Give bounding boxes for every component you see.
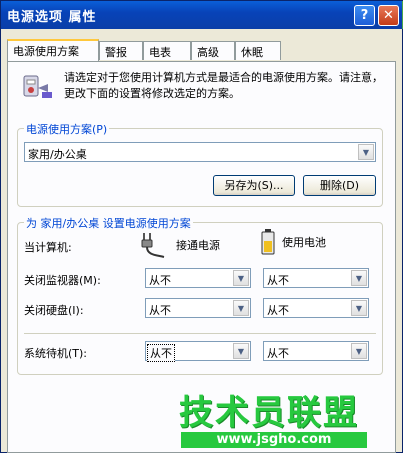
- monitor-off-dc-value: 从不: [267, 274, 289, 287]
- power-scheme-select[interactable]: 家用/办公桌 ▼: [24, 142, 376, 162]
- harddisk-off-dc-value: 从不: [267, 304, 289, 317]
- watermark-url: www.jsgho.com: [181, 432, 367, 448]
- watermark-logo: 技术员联盟: [179, 393, 359, 433]
- chevron-down-icon[interactable]: ▼: [358, 144, 374, 160]
- power-scheme-icon: [23, 75, 52, 98]
- title-bar[interactable]: 电源选项 属性 ? ✕: [1, 1, 402, 29]
- close-button[interactable]: ✕: [378, 5, 399, 26]
- delete-button[interactable]: 删除(D): [303, 175, 376, 196]
- standby-ac-value: 从不: [147, 344, 175, 362]
- power-schemes-legend: 电源使用方案(P): [24, 121, 110, 137]
- tab-alarms[interactable]: 警报: [99, 41, 143, 60]
- chevron-down-icon[interactable]: ▼: [351, 343, 367, 359]
- help-button[interactable]: ?: [354, 5, 375, 26]
- tab-advanced[interactable]: 高级: [191, 41, 235, 60]
- scheme-settings-group: 为 家用/办公桌 设置电源使用方案 当计算机: 接通电源 使用电池 关闭监视器(…: [17, 215, 383, 375]
- harddisk-off-ac-select[interactable]: 从不 ▼: [145, 298, 251, 318]
- monitor-off-dc-select[interactable]: 从不 ▼: [263, 268, 369, 288]
- battery-icon: [261, 229, 275, 255]
- divider: [24, 333, 376, 334]
- battery-label: 使用电池: [282, 236, 326, 249]
- chevron-down-icon[interactable]: ▼: [233, 300, 249, 316]
- harddisk-off-ac-value: 从不: [149, 304, 171, 317]
- tab-hibernate[interactable]: 休眠: [235, 41, 281, 60]
- power-schemes-group: 电源使用方案(P) 家用/办公桌 ▼ 另存为(S)... 删除(D): [17, 121, 383, 207]
- close-icon: ✕: [383, 8, 394, 23]
- chevron-down-icon[interactable]: ▼: [351, 300, 367, 316]
- when-computer-label: 当计算机:: [24, 241, 72, 254]
- monitor-off-ac-value: 从不: [149, 274, 171, 287]
- tab-power-meter[interactable]: 电表: [143, 41, 191, 60]
- harddisk-off-label: 关闭硬盘(I):: [24, 304, 84, 317]
- scheme-settings-legend: 为 家用/办公桌 设置电源使用方案: [24, 215, 193, 231]
- chevron-down-icon[interactable]: ▼: [233, 270, 249, 286]
- plugged-in-label: 接通电源: [176, 239, 220, 252]
- plug-icon: [141, 233, 165, 258]
- monitor-off-ac-select[interactable]: 从不 ▼: [145, 268, 251, 288]
- chevron-down-icon[interactable]: ▼: [233, 343, 249, 359]
- power-scheme-value: 家用/办公桌: [28, 148, 87, 161]
- standby-dc-value: 从不: [267, 347, 289, 360]
- power-options-dialog: 电源选项 属性 ? ✕ 电源使用方案 警报 电表 高级 休眠 请选定对于您使用计…: [0, 0, 403, 453]
- tab-power-schemes[interactable]: 电源使用方案: [7, 39, 99, 61]
- chevron-down-icon[interactable]: ▼: [351, 270, 367, 286]
- window-title: 电源选项 属性: [7, 10, 97, 25]
- intro-text: 请选定对于您使用计算机方式是最适合的电源使用方案。请注意，更改下面的设置将修改选…: [64, 71, 383, 100]
- harddisk-off-dc-select[interactable]: 从不 ▼: [263, 298, 369, 318]
- monitor-off-label: 关闭监视器(M):: [24, 274, 101, 287]
- standby-label: 系统待机(T):: [24, 347, 88, 360]
- standby-ac-select[interactable]: 从不 ▼: [145, 341, 251, 362]
- standby-dc-select[interactable]: 从不 ▼: [263, 341, 369, 361]
- help-icon: ?: [360, 8, 369, 23]
- save-as-button[interactable]: 另存为(S)...: [213, 175, 295, 196]
